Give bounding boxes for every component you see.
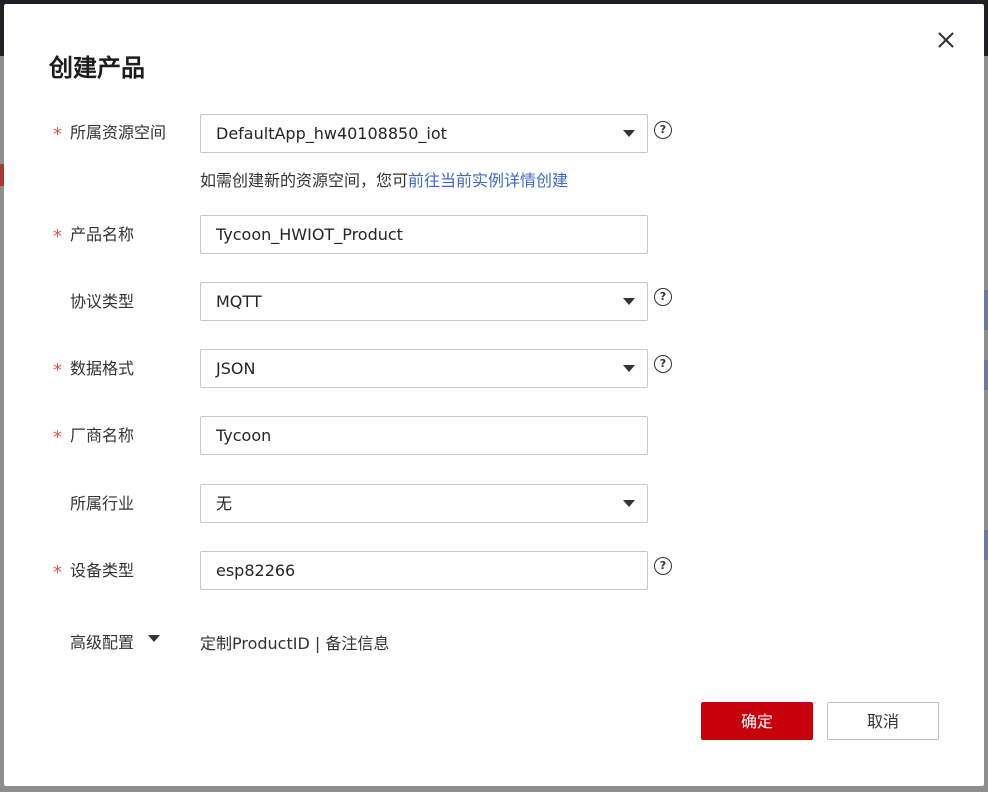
advanced-config-toggle[interactable]: 高级配置: [70, 629, 134, 653]
dropdown-arrow-icon: [623, 365, 635, 372]
help-icon[interactable]: ?: [654, 355, 672, 373]
background-accent: [984, 290, 988, 330]
product-name-input[interactable]: Tycoon_HWIOT_Product: [200, 215, 648, 254]
device-type-input[interactable]: esp82266: [200, 551, 648, 590]
close-button[interactable]: [934, 28, 958, 52]
manufacturer-label: 厂商名称: [70, 426, 135, 445]
dropdown-arrow-icon: [623, 298, 635, 305]
caret-down-icon[interactable]: [148, 635, 160, 642]
protocol-type-label: 协议类型: [70, 292, 135, 311]
help-icon[interactable]: ?: [654, 121, 672, 139]
background-accent: [984, 530, 988, 560]
industry-value: 无: [216, 494, 233, 513]
device-type-label: 设备类型: [70, 561, 135, 580]
manufacturer-value: Tycoon: [216, 426, 272, 445]
device-type-value: esp82266: [216, 561, 296, 580]
advanced-config-summary: 定制ProductID | 备注信息: [200, 634, 390, 653]
create-product-dialog: 创建产品 * 所属资源空间 DefaultApp_hw40108850_iot …: [4, 4, 984, 786]
confirm-button[interactable]: 确定: [701, 702, 813, 740]
data-format-value: JSON: [216, 359, 256, 378]
cancel-button[interactable]: 取消: [827, 702, 939, 740]
dialog-title: 创建产品: [49, 54, 145, 82]
industry-select[interactable]: 无: [200, 484, 648, 523]
close-icon: [938, 32, 954, 48]
resource-space-select[interactable]: DefaultApp_hw40108850_iot: [200, 114, 648, 153]
required-mark: *: [53, 124, 62, 145]
help-icon[interactable]: ?: [654, 557, 672, 575]
dropdown-arrow-icon: [623, 130, 635, 137]
product-name-value: Tycoon_HWIOT_Product: [216, 225, 403, 244]
manufacturer-input[interactable]: Tycoon: [200, 416, 648, 455]
protocol-type-select[interactable]: MQTT: [200, 282, 648, 321]
protocol-type-value: MQTT: [216, 292, 262, 311]
resource-space-value: DefaultApp_hw40108850_iot: [216, 124, 447, 143]
data-format-label: 数据格式: [70, 359, 135, 378]
required-mark: *: [53, 360, 62, 381]
help-icon[interactable]: ?: [654, 288, 672, 306]
background-accent: [984, 360, 988, 390]
resource-space-hint-text: 如需创建新的资源空间，您可: [200, 171, 409, 190]
resource-space-hint: 如需创建新的资源空间，您可前往当前实例详情创建: [200, 167, 568, 191]
product-name-label: 产品名称: [70, 225, 135, 244]
dropdown-arrow-icon: [623, 500, 635, 507]
data-format-select[interactable]: JSON: [200, 349, 648, 388]
resource-space-label: 所属资源空间: [70, 123, 167, 142]
required-mark: *: [53, 427, 62, 448]
industry-label: 所属行业: [70, 494, 135, 513]
required-mark: *: [53, 226, 62, 247]
create-resource-space-link[interactable]: 前往当前实例详情创建: [408, 171, 568, 190]
required-mark: *: [53, 562, 62, 583]
